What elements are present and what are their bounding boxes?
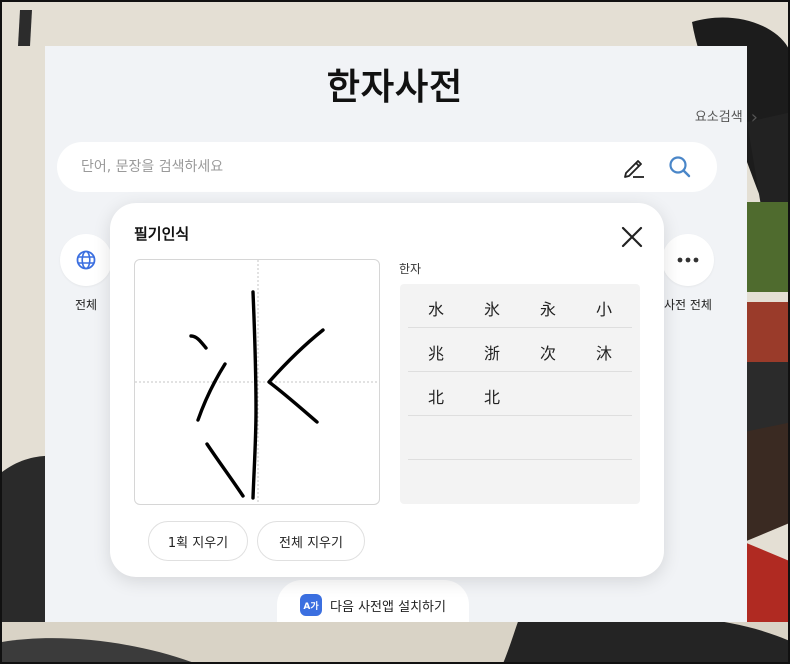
clear-all-button[interactable]: 전체 지우기 <box>257 521 365 561</box>
category-all-dictionaries[interactable]: 사전 전체 <box>658 234 718 313</box>
handwriting-strokes <box>135 260 379 504</box>
daum-dictionary-app-icon: A가 <box>300 594 323 616</box>
chevron-right-icon: › <box>750 107 758 128</box>
undo-stroke-button[interactable]: 1획 지우기 <box>148 521 248 561</box>
category-all-dictionaries-label: 사전 전체 <box>664 298 712 312</box>
screen-frame: 한자사전 요소검색 › 전체 <box>0 0 790 664</box>
candidate-char[interactable]: 浙 <box>464 340 520 364</box>
candidate-char[interactable]: 水 <box>408 296 464 320</box>
candidate-list: 水 氷 永 小 兆 浙 次 沐 北 北 <box>400 284 640 504</box>
candidate-char[interactable]: 北 <box>408 384 464 408</box>
install-app-clip: A가 다음 사전앱 설치하기 <box>277 580 469 622</box>
candidate-row-empty <box>408 460 632 504</box>
candidate-row: 北 北 <box>408 372 632 416</box>
category-all[interactable]: 전체 <box>56 234 116 313</box>
element-search-label: 요소검색 <box>694 110 743 125</box>
category-all-label: 전체 <box>74 298 98 312</box>
candidate-row: 兆 浙 次 沐 <box>408 328 632 372</box>
handwriting-modal: 필기인식 한자 水 氷 永 小 兆 浙 次 沐 北 北 1획 지우기 전체 지우… <box>110 203 664 577</box>
candidate-row-empty <box>408 416 632 460</box>
close-icon[interactable] <box>618 223 646 251</box>
candidate-char[interactable]: 沐 <box>576 340 632 364</box>
candidate-char[interactable]: 北 <box>464 384 520 408</box>
handwriting-canvas[interactable] <box>134 259 380 505</box>
search-bar <box>57 142 717 192</box>
candidate-char[interactable]: 次 <box>520 340 576 364</box>
more-dots-icon <box>677 257 699 263</box>
install-app-button[interactable]: A가 다음 사전앱 설치하기 <box>277 580 469 622</box>
install-app-label: 다음 사전앱 설치하기 <box>330 599 446 615</box>
globe-icon <box>76 250 96 270</box>
search-input[interactable] <box>81 142 601 192</box>
page-title: 한자사전 <box>326 67 464 108</box>
category-all-circle <box>60 234 112 286</box>
candidate-char[interactable]: 永 <box>520 296 576 320</box>
candidates-label: 한자 <box>399 262 422 276</box>
candidate-row: 水 氷 永 小 <box>408 284 632 328</box>
handwriting-pen-icon[interactable] <box>621 154 647 180</box>
candidate-char[interactable]: 氷 <box>464 296 520 320</box>
candidate-char[interactable]: 兆 <box>408 340 464 364</box>
handwriting-modal-title: 필기인식 <box>134 225 190 243</box>
element-search-link[interactable]: 요소검색 › <box>695 106 758 128</box>
candidate-char[interactable]: 小 <box>576 296 632 320</box>
category-all-dictionaries-circle <box>662 234 714 286</box>
search-icon[interactable] <box>667 154 693 180</box>
